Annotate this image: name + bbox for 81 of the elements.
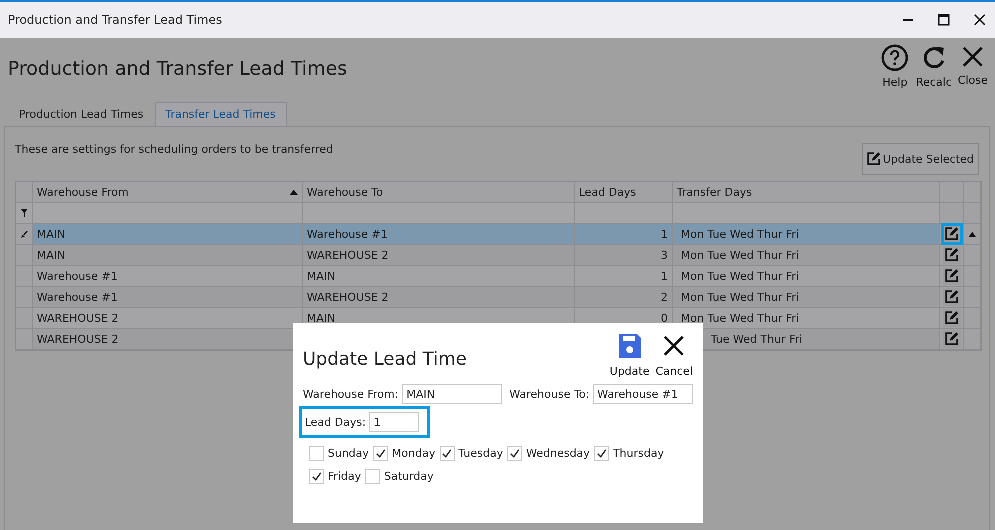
table-cell: 3 [575, 245, 673, 266]
edit-icon [944, 248, 958, 262]
close-button[interactable]: Close [956, 44, 990, 89]
check-icon [596, 449, 607, 458]
edit-icon [944, 227, 958, 241]
checkbox[interactable] [309, 469, 324, 484]
table-cell: Warehouse #1 [33, 266, 303, 287]
close-icon[interactable] [973, 13, 987, 27]
day-checkbox[interactable]: Sunday [309, 446, 370, 461]
check-icon [442, 449, 452, 458]
help-button[interactable]: Help [878, 44, 912, 89]
table-cell: Mon Tue Wed Thur Fri [673, 266, 940, 287]
table-cell: MAIN [303, 266, 575, 287]
edit-icon [866, 152, 881, 166]
checkbox[interactable] [309, 446, 324, 461]
field-label: Lead Days: [305, 416, 366, 428]
filter-icon[interactable] [20, 209, 28, 217]
window-title: Production and Transfer Lead Times [8, 13, 224, 27]
column-header[interactable]: Lead Days [575, 182, 673, 203]
table-cell: 2 [575, 287, 673, 308]
table-cell: Mon Tue Wed Thur Fri [673, 308, 940, 329]
check-icon [312, 472, 322, 481]
check-icon [510, 449, 520, 458]
edit-row-icon [20, 230, 28, 238]
table-cell: Mon Tue Wed Thur Fri [673, 287, 940, 308]
warehouse-to-field[interactable]: Warehouse #1 [592, 384, 693, 404]
column-header[interactable]: Warehouse To [303, 182, 575, 203]
warehouse-from-field[interactable]: MAIN [402, 384, 502, 404]
table-cell: Mon Tue Wed Thur Fri [673, 245, 940, 266]
filter-cell[interactable] [303, 203, 575, 224]
edit-button[interactable] [942, 288, 960, 306]
page-heading: Production and Transfer Lead Times [8, 58, 348, 80]
field-label: Warehouse From: [303, 388, 399, 400]
field-label: Warehouse To: [510, 388, 590, 400]
recalc-button[interactable]: Recalc [916, 44, 952, 89]
day-checkbox[interactable]: Thursday [594, 446, 664, 461]
check-icon [376, 449, 386, 458]
scroll-up-icon[interactable] [968, 232, 976, 236]
table-cell: Warehouse #1 [33, 287, 303, 308]
edit-button[interactable] [942, 330, 960, 348]
dialog-title: Update Lead Time [303, 349, 467, 372]
table-cell: MAIN [33, 245, 303, 266]
table-cell: MAIN [33, 224, 303, 245]
description-text: These are settings for scheduling orders to be transferred [15, 143, 334, 156]
save-button[interactable]: Update [610, 333, 650, 378]
edit-icon [944, 332, 958, 346]
edit-icon [944, 311, 958, 325]
edit-icon [944, 290, 958, 304]
lead-days-field[interactable]: 1 [369, 412, 420, 432]
table-cell: 1 [575, 266, 673, 287]
table-cell: Warehouse #1 [303, 224, 575, 245]
filter-cell[interactable] [33, 203, 303, 224]
table-cell: Mon Tue Wed Thur Fri [673, 224, 940, 245]
day-checkbox[interactable]: Monday [373, 446, 436, 461]
day-checkbox[interactable]: Saturday [365, 469, 434, 484]
save-icon [618, 333, 642, 359]
table-cell: 1 [575, 224, 673, 245]
checkbox[interactable] [365, 469, 380, 484]
update-selected-button[interactable]: Update Selected [862, 143, 979, 175]
day-checkbox[interactable]: Tuesday [440, 446, 504, 461]
column-header[interactable]: Transfer Days [673, 182, 940, 203]
table-cell: WAREHOUSE 2 [303, 287, 575, 308]
tab[interactable]: Production Lead Times [8, 102, 155, 126]
edit-icon [944, 269, 958, 283]
checkbox[interactable] [440, 446, 455, 461]
filter-cell[interactable] [673, 203, 940, 224]
table-cell: WAREHOUSE 2 [303, 245, 575, 266]
maximize-icon[interactable] [937, 13, 951, 27]
sort-ascending-icon [290, 190, 298, 194]
checkbox[interactable] [594, 446, 610, 461]
edit-button[interactable] [942, 267, 960, 285]
checkbox[interactable] [373, 446, 388, 461]
checkbox[interactable] [507, 446, 522, 461]
day-checkbox[interactable]: Wednesday [507, 446, 590, 461]
edit-button[interactable] [942, 309, 960, 327]
filter-cell[interactable] [575, 203, 673, 224]
table-cell: WAREHOUSE 2 [33, 308, 303, 329]
day-checkbox[interactable]: Friday [309, 469, 362, 484]
edit-button[interactable] [942, 246, 960, 264]
column-header[interactable]: Warehouse From [33, 182, 303, 203]
help-icon [881, 44, 910, 72]
